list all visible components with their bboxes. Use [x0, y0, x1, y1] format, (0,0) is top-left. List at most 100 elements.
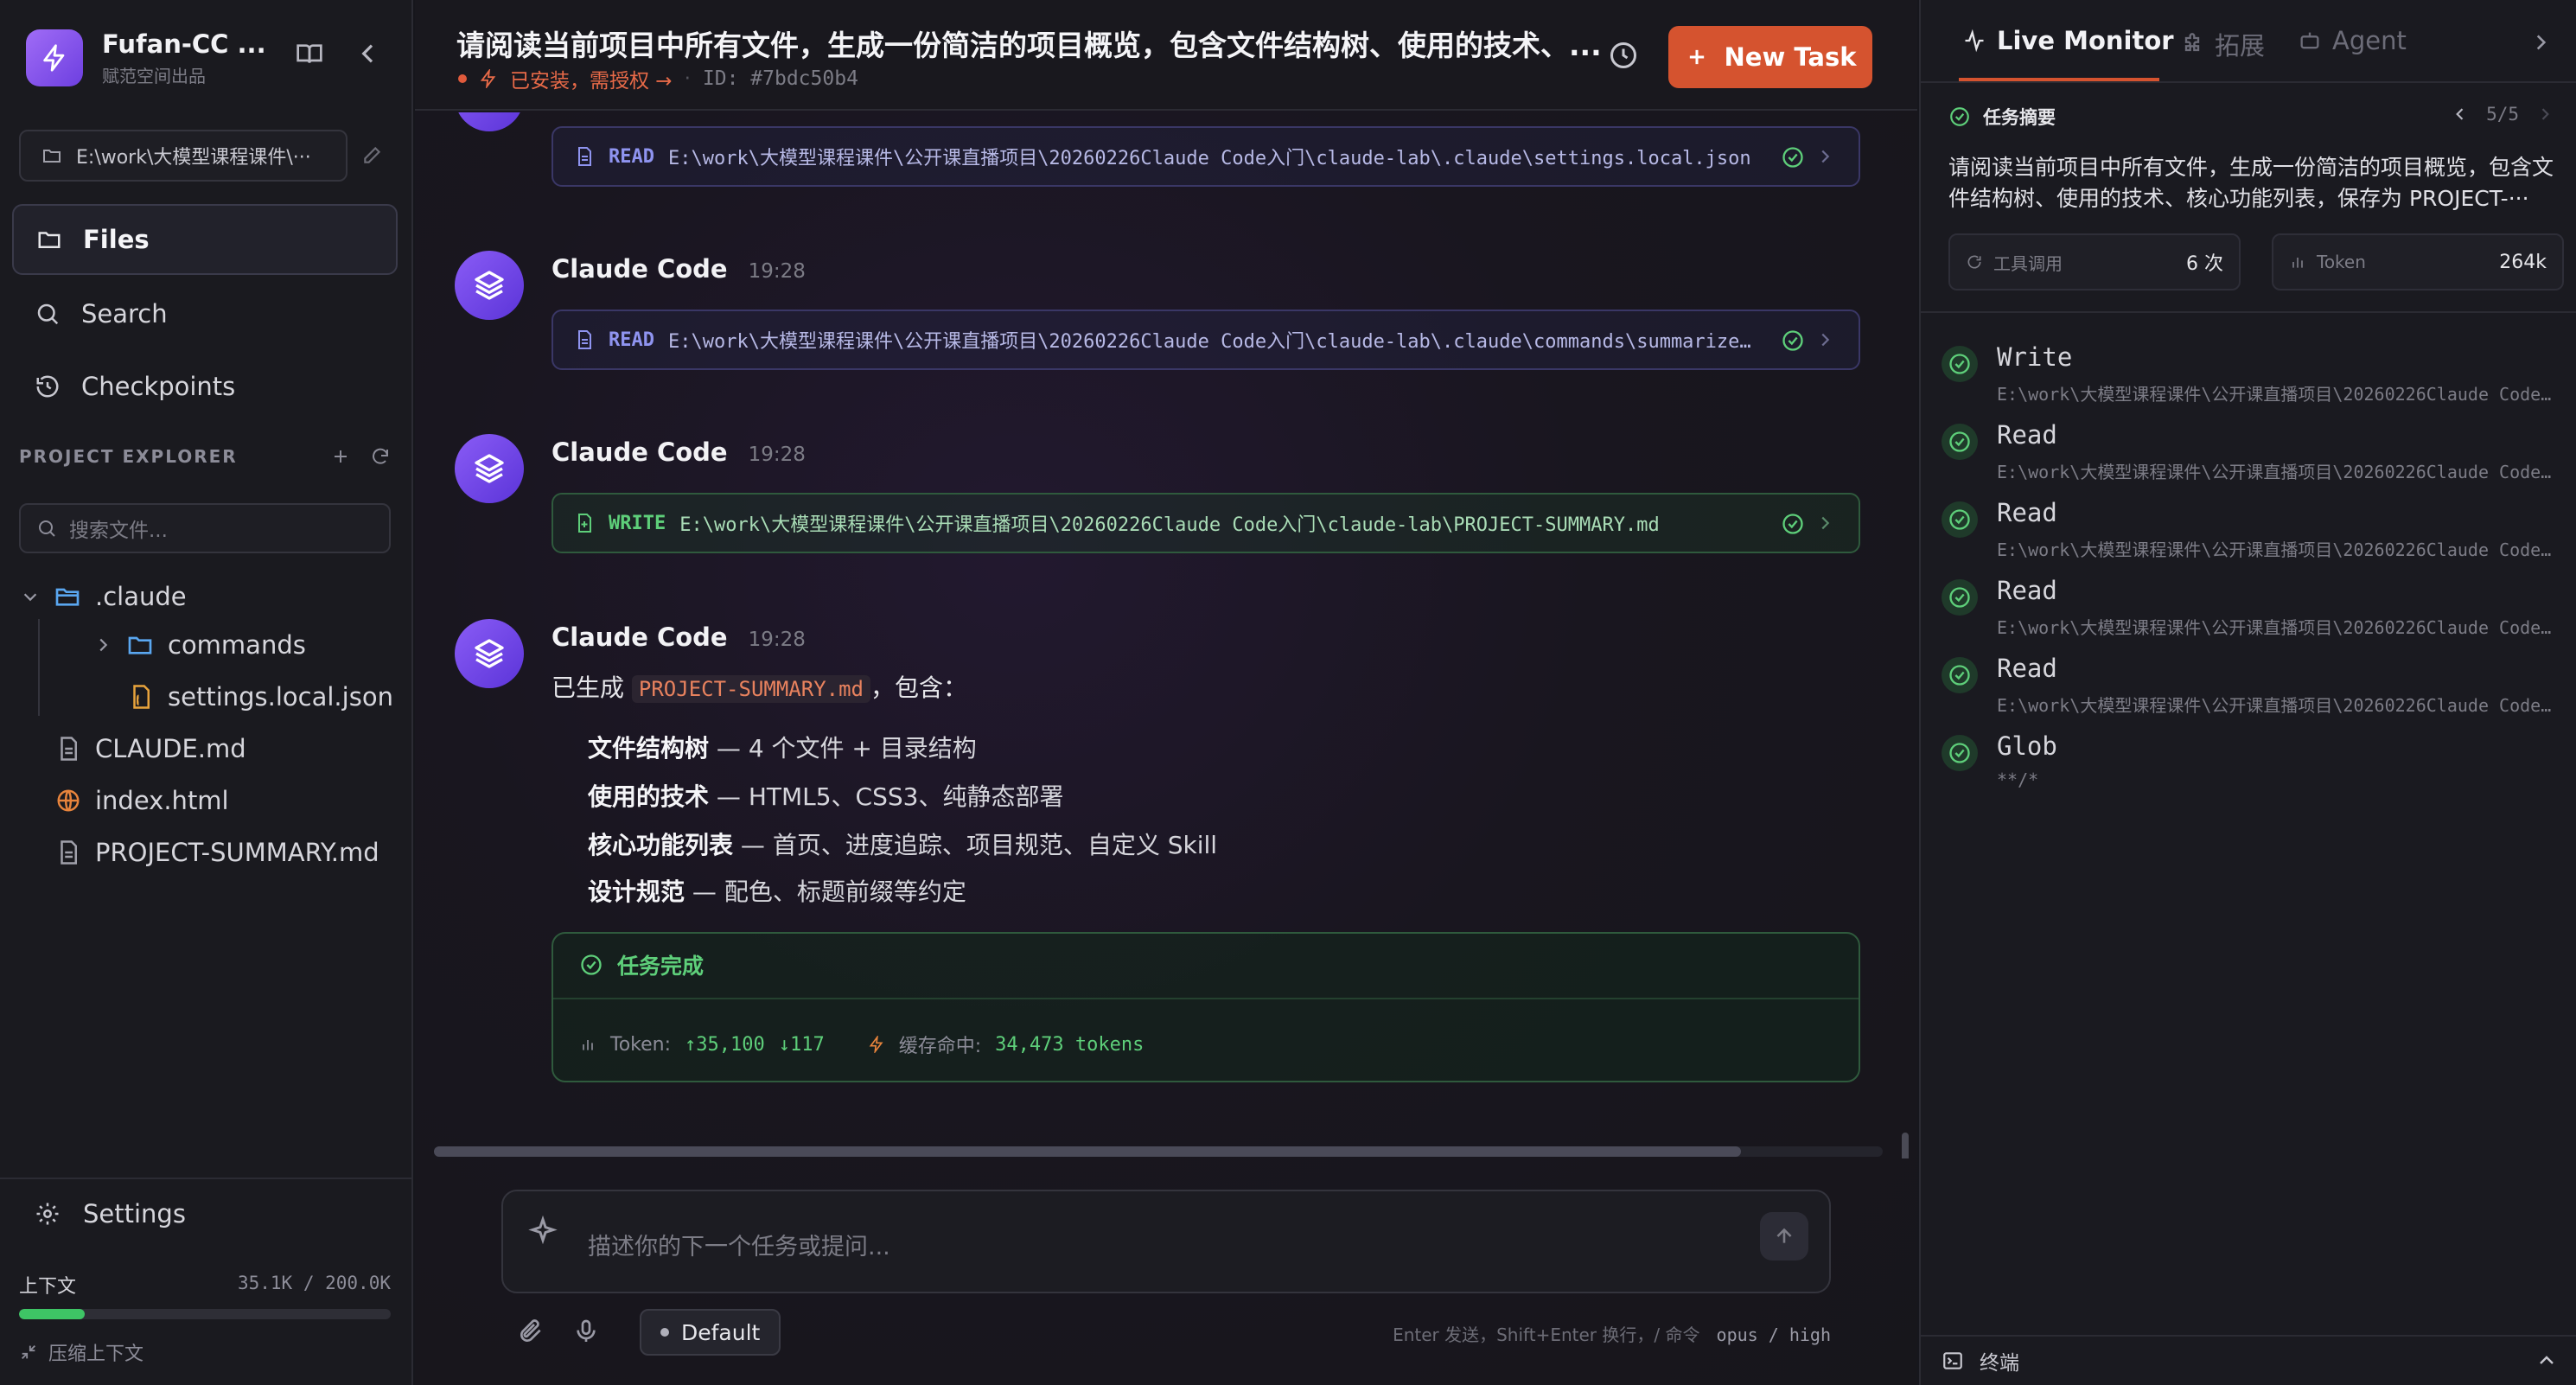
collapse-sidebar-icon[interactable] — [354, 40, 382, 73]
log-item[interactable]: Read E:\work\大模型课程课件\公开课直播项目\20260226Clau… — [1942, 576, 2559, 648]
right-tabs: Live Monitor 拓展 Agent — [1921, 0, 2576, 83]
message-header: Claude Code 19:28 — [552, 437, 806, 467]
message-header: Claude Code 19:28 — [552, 622, 806, 652]
scrollbar-thumb[interactable] — [434, 1146, 1741, 1157]
context-progress-fill — [19, 1309, 85, 1319]
tree-item-label: settings.local.json — [168, 682, 393, 712]
log-item-title: Write — [1997, 342, 2073, 372]
add-icon[interactable] — [330, 446, 351, 467]
sidebar-item-search[interactable]: Search — [12, 278, 398, 349]
log-item[interactable]: Glob **/* — [1942, 731, 2555, 804]
tree-item-index-html[interactable]: index.html — [55, 776, 229, 825]
tool-card-write[interactable]: WRITE E:\work\大模型课程课件\公开课直播项目\20260226Cl… — [552, 493, 1860, 553]
chevron-right-icon — [99, 638, 108, 652]
gear-icon — [36, 1203, 59, 1225]
layers-icon — [472, 112, 507, 114]
workspace-path[interactable]: E:\work\大模型课程课件\··· — [19, 130, 348, 182]
edit-path-icon[interactable] — [361, 144, 384, 172]
task-status[interactable]: 已安装，需授权 → — [510, 64, 673, 93]
compress-context-button[interactable]: 压缩上下文 — [19, 1338, 143, 1366]
tab-label: Live Monitor — [1997, 26, 2174, 55]
project-explorer-title: PROJECT EXPLORER — [19, 446, 238, 467]
arrow-up-icon — [1776, 1228, 1792, 1243]
summary-text: 请阅读当前项目中所有文件，生成一份简洁的项目概览，包含文件结构树、使用的技术、核… — [1948, 155, 2554, 211]
new-task-button[interactable]: New Task — [1668, 26, 1872, 88]
log-item[interactable]: Read E:\work\大模型课程课件\公开课直播项目\20260226Clau… — [1942, 654, 2559, 726]
tree-item-claude-md[interactable]: CLAUDE.md — [55, 724, 246, 773]
claude-avatar — [455, 434, 524, 503]
model-selector[interactable]: Default — [640, 1309, 781, 1356]
chevron-right-icon[interactable] — [2529, 31, 2552, 60]
keyboard-hint: Enter 发送，Shift+Enter 换行，/ 命令 — [1393, 1324, 1700, 1345]
log-item[interactable]: Read E:\work\大模型课程课件\公开课直播项目\20260226Clau… — [1942, 420, 2559, 493]
active-tab-indicator — [1959, 78, 2159, 81]
tree-item-label: PROJECT-SUMMARY.md — [95, 838, 379, 867]
search-icon — [39, 520, 55, 537]
chevron-left-icon[interactable] — [2452, 105, 2469, 123]
folder-open-icon — [55, 588, 80, 606]
log-item-title: Glob — [1997, 731, 2057, 761]
cache-label: 缓存命中: — [898, 1036, 982, 1057]
log-item-detail: E:\work\大模型课程课件\公开课直播项目\20260226Claude C… — [1997, 384, 2559, 405]
composer-hint: Enter 发送，Shift+Enter 换行，/ 命令 opus / high — [1393, 1321, 1831, 1346]
tree-item-settings-json[interactable]: settings.local.json — [128, 673, 393, 721]
tool-kind: READ — [609, 145, 654, 168]
check-circle-icon — [581, 954, 602, 975]
tree-item-commands-folder[interactable]: commands — [93, 621, 306, 669]
refresh-icon[interactable] — [370, 446, 391, 467]
sidebar-item-files[interactable]: Files — [12, 204, 398, 275]
tab-agent[interactable]: Agent — [2298, 26, 2407, 55]
file-search-input[interactable]: 搜索文件... — [19, 503, 391, 553]
log-item[interactable]: Read E:\work\大模型课程课件\公开课直播项目\20260226Clau… — [1942, 498, 2559, 571]
microphone-icon[interactable] — [572, 1318, 600, 1345]
context-value: 35.1K / 200.0K — [237, 1273, 391, 1293]
tool-path: E:\work\大模型课程课件\公开课直播项目\20260226Claude C… — [667, 331, 1757, 353]
token-stat-value: 264k — [2499, 251, 2547, 273]
log-item[interactable]: Write E:\work\大模型课程课件\公开课直播项目\20260226Cla… — [1942, 342, 2559, 415]
chevron-right-icon[interactable] — [2536, 105, 2554, 123]
token-stat-label: Token — [2317, 252, 2366, 272]
tool-card-read[interactable]: READ E:\work\大模型课程课件\公开课直播项目\20260226Cla… — [552, 126, 1860, 187]
horizontal-scrollbar[interactable] — [434, 1146, 1883, 1157]
sidebar-item-label: Checkpoints — [81, 372, 236, 401]
tab-extensions[interactable]: 拓展 — [2180, 26, 2265, 62]
chevron-right-icon — [1821, 150, 1830, 163]
sidebar-item-checkpoints[interactable]: Checkpoints — [12, 351, 398, 422]
composer-toolbar: Default Enter 发送，Shift+Enter 换行，/ 命令 opu… — [517, 1309, 1831, 1357]
bullet-text: — 配色、标题前缀等约定 — [685, 878, 966, 906]
task-complete-header: 任务完成 — [579, 949, 704, 980]
terminal-toggle[interactable]: 终端 — [1921, 1335, 2576, 1385]
divider — [553, 998, 1859, 999]
task-complete-label: 任务完成 — [617, 954, 705, 979]
tab-live-monitor[interactable]: Live Monitor — [1962, 26, 2174, 55]
settings-button[interactable]: Settings — [0, 1178, 413, 1248]
app-name: Fufan-CC ... — [102, 29, 266, 59]
check-circle-icon — [1782, 147, 1803, 168]
task-id: ID: #7bdc50b4 — [702, 67, 858, 90]
vertical-scrollbar[interactable] — [1902, 1133, 1909, 1158]
settings-label: Settings — [83, 1199, 186, 1229]
tool-card-read[interactable]: READ E:\work\大模型课程课件\公开课直播项目\20260226Cla… — [552, 310, 1860, 370]
send-button[interactable] — [1760, 1212, 1808, 1261]
folder-icon — [43, 150, 61, 163]
bolt-icon — [869, 1036, 883, 1053]
tab-label: 拓展 — [2215, 31, 2266, 61]
message-author: Claude Code — [552, 437, 728, 467]
composer-input[interactable]: 描述你的下一个任务或提问... — [501, 1190, 1831, 1293]
log-item-detail: E:\work\大模型课程课件\公开课直播项目\20260226Claude C… — [1997, 462, 2559, 482]
tree-item-claude-folder[interactable]: .claude — [21, 572, 187, 621]
log-item-title: Read — [1997, 498, 2057, 527]
history-icon[interactable] — [1608, 40, 1639, 77]
project-explorer-header: PROJECT EXPLORER — [19, 446, 391, 472]
book-icon[interactable] — [296, 40, 323, 73]
tree-item-project-summary[interactable]: PROJECT-SUMMARY.md — [55, 828, 379, 877]
terminal-icon — [1943, 1352, 1962, 1369]
file-search-placeholder: 搜索文件... — [69, 520, 168, 542]
summary-pager: 5/5 — [2452, 104, 2554, 124]
app-logo — [26, 29, 83, 86]
claude-avatar — [455, 251, 524, 320]
message-list[interactable]: READ E:\work\大模型课程课件\公开课直播项目\20260226Cla… — [415, 112, 1917, 1158]
paperclip-icon[interactable] — [517, 1318, 545, 1345]
task-meta: 已安装，需授权 → · ID: #7bdc50b4 — [458, 64, 858, 93]
minimize-icon — [22, 1345, 35, 1359]
